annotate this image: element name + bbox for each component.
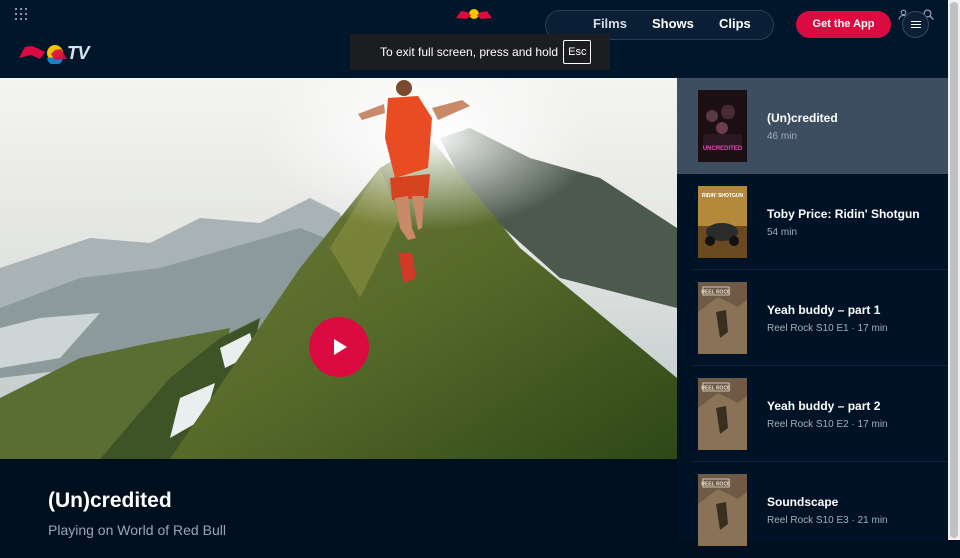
- video-subtitle: Playing on World of Red Bull: [48, 522, 226, 538]
- playlist: UNCREDITED (Un)credited 46 min RIDIN' SH…: [677, 78, 948, 546]
- playlist-item-meta: Reel Rock S10 E2 · 17 min: [767, 419, 888, 430]
- playlist-item-meta: 46 min: [767, 131, 798, 142]
- thumbnail-uncredited: UNCREDITED: [698, 90, 747, 162]
- thumb-label: RIDIN' SHOTGUN: [702, 193, 744, 199]
- video-player[interactable]: [0, 78, 677, 459]
- thumb-label: UNCREDITED: [703, 146, 743, 152]
- apps-grid-icon[interactable]: [15, 8, 27, 20]
- esc-key-label: Esc: [563, 40, 592, 64]
- page-scrollbar[interactable]: [948, 0, 960, 540]
- thumb-label: REEL ROCK: [701, 386, 731, 392]
- playlist-item[interactable]: RIDIN' SHOTGUN Toby Price: Ridin' Shotgu…: [677, 174, 948, 270]
- playlist-item[interactable]: REEL ROCK Yeah buddy – part 1 Reel Rock …: [677, 270, 948, 366]
- play-icon: [334, 339, 347, 355]
- scrollbar-thumb[interactable]: [950, 2, 958, 538]
- playlist-item-meta: Reel Rock S10 E1 · 17 min: [767, 323, 888, 334]
- thumbnail-reel-rock: REEL ROCK: [698, 282, 747, 354]
- thumbnail-reel-rock: REEL ROCK: [698, 474, 747, 546]
- playlist-item-title: Soundscape: [767, 495, 839, 509]
- playlist-item[interactable]: REEL ROCK Yeah buddy – part 2 Reel Rock …: [677, 366, 948, 462]
- hamburger-icon[interactable]: [902, 11, 929, 38]
- red-bull-logo-icon[interactable]: [455, 6, 493, 22]
- nav-clips[interactable]: Clips: [719, 16, 751, 31]
- get-the-app-button[interactable]: Get the App: [796, 11, 891, 38]
- playlist-item-title: Toby Price: Ridin' Shotgun: [767, 207, 920, 221]
- playlist-item-title: Yeah buddy – part 2: [767, 399, 881, 413]
- logo-tv-text: TV: [67, 43, 90, 63]
- playlist-item[interactable]: UNCREDITED (Un)credited 46 min: [677, 78, 948, 174]
- playlist-item-meta: 54 min: [767, 227, 798, 238]
- red-bull-logo-icon: [19, 45, 67, 64]
- hero-image: [0, 78, 677, 459]
- nav-films[interactable]: Films: [593, 16, 627, 31]
- video-title: (Un)credited: [48, 489, 172, 512]
- red-bull-tv-logo[interactable]: TV: [17, 38, 90, 64]
- video-info: (Un)credited Playing on World of Red Bul…: [0, 459, 677, 540]
- fullscreen-exit-notice: To exit full screen, press and hold Esc: [350, 34, 610, 70]
- thumbnail-reel-rock: REEL ROCK: [698, 378, 747, 450]
- playlist-item[interactable]: REEL ROCK Soundscape Reel Rock S10 E3 · …: [677, 462, 948, 558]
- playlist-item-meta: Reel Rock S10 E3 · 21 min: [767, 515, 888, 526]
- playlist-item-title: Yeah buddy – part 1: [767, 303, 881, 317]
- thumbnail-ridin-shotgun: RIDIN' SHOTGUN: [698, 186, 747, 258]
- playlist-item-title: (Un)credited: [767, 111, 838, 125]
- fullscreen-notice-text: To exit full screen, press and hold: [380, 45, 559, 59]
- thumb-label: REEL ROCK: [701, 482, 731, 488]
- nav-shows[interactable]: Shows: [652, 16, 694, 31]
- play-button[interactable]: [309, 317, 369, 377]
- thumb-label: REEL ROCK: [701, 290, 731, 296]
